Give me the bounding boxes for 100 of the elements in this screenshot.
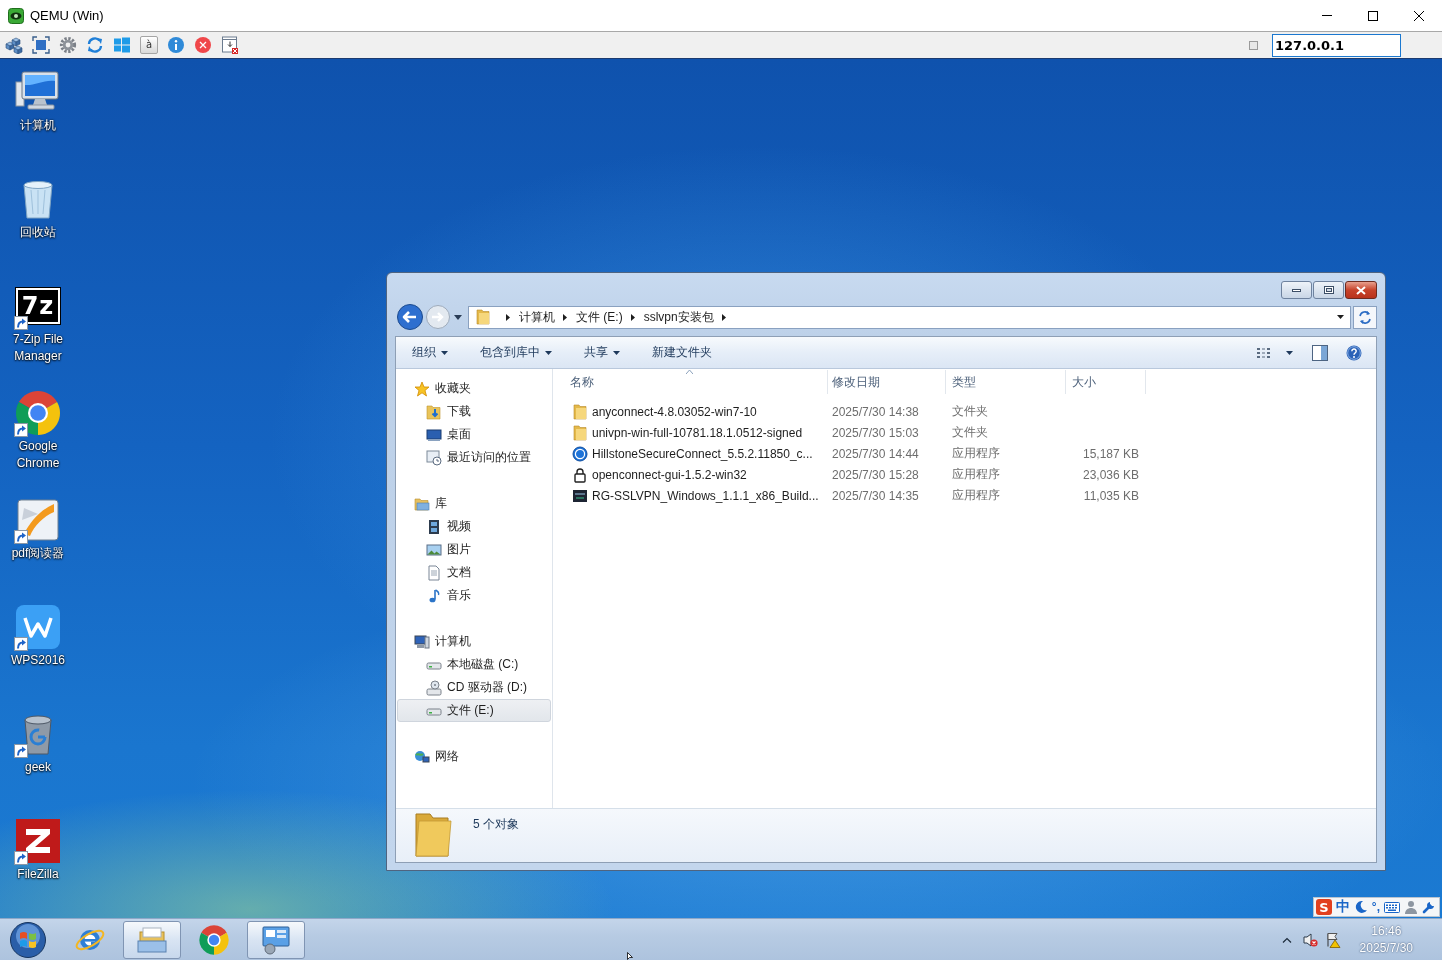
- folder-icon: [475, 309, 491, 325]
- address-bar[interactable]: 计算机 文件 (E:) sslvpn安装包: [468, 305, 1351, 329]
- start-button[interactable]: [9, 920, 47, 959]
- breadcrumb-arrow-icon[interactable]: [506, 313, 510, 321]
- info-icon[interactable]: [167, 36, 185, 54]
- desktop-icon-label[interactable]: 7-Zip File Manager: [2, 331, 74, 365]
- view-options-icon[interactable]: [1257, 346, 1273, 359]
- modified-date: 2025/7/30 14:44: [832, 446, 919, 461]
- wrench-icon[interactable]: [1422, 900, 1436, 914]
- file-type: 应用程序: [952, 445, 1000, 462]
- breadcrumb-item[interactable]: 计算机: [519, 308, 555, 326]
- column-header[interactable]: 大小: [1066, 370, 1146, 394]
- nav-item[interactable]: CD 驱动器 (D:): [397, 676, 551, 699]
- fullscreen-icon[interactable]: [32, 36, 50, 54]
- padlock-icon: [572, 466, 588, 483]
- restore-icon: [1323, 286, 1334, 294]
- caret-icon[interactable]: [454, 314, 462, 320]
- file-size: 23,036 KB: [1082, 467, 1139, 482]
- nav-item[interactable]: 音乐: [397, 584, 551, 607]
- nav-item[interactable]: 本地磁盘 (C:): [397, 653, 551, 676]
- column-header[interactable]: 名称: [553, 370, 828, 394]
- nav-item[interactable]: 文件 (E:): [397, 699, 551, 722]
- keyboard-icon[interactable]: [1384, 901, 1400, 913]
- address-field[interactable]: 127.0.0.1: [1272, 33, 1401, 57]
- file-size: 11,035 KB: [1083, 488, 1139, 503]
- caret-icon[interactable]: [1286, 350, 1293, 355]
- moon-icon[interactable]: [1353, 900, 1368, 914]
- round-browser-icon[interactable]: [14, 389, 62, 437]
- cd-drive-icon: [426, 679, 442, 696]
- breadcrumb-item[interactable]: 文件 (E:): [576, 308, 623, 326]
- person-icon[interactable]: [1404, 900, 1418, 914]
- desktop-icon-label[interactable]: 回收站: [2, 224, 74, 241]
- command-button[interactable]: 共享: [577, 340, 627, 365]
- file-type: 应用程序: [952, 487, 1000, 504]
- app-logo[interactable]: 7z: [16, 288, 60, 324]
- window-download-icon[interactable]: [221, 36, 239, 54]
- breadcrumb-arrow-icon[interactable]: [630, 313, 635, 321]
- taskbar-button[interactable]: [123, 920, 181, 959]
- file-name[interactable]: HillstoneSecureConnect_5.5.2.11850_c...: [592, 446, 813, 461]
- nav-item[interactable]: 网络: [397, 745, 551, 768]
- desktop-icon: [426, 426, 442, 443]
- cubes-icon[interactable]: [5, 36, 23, 54]
- tiles-icon[interactable]: [113, 36, 131, 54]
- close-button[interactable]: [1345, 281, 1377, 299]
- speaker-icon[interactable]: [1301, 931, 1318, 948]
- refresh-icon[interactable]: [86, 36, 104, 54]
- nav-item[interactable]: 文档: [397, 561, 551, 584]
- nav-item[interactable]: 视频: [397, 515, 551, 538]
- desktop-icon-label[interactable]: FileZilla: [2, 866, 74, 883]
- input-mode-button[interactable]: 中: [1335, 898, 1350, 916]
- warning-flag-icon[interactable]: [1324, 931, 1341, 948]
- caret-icon[interactable]: [1337, 315, 1344, 319]
- modified-date: 2025/7/30 15:28: [832, 467, 919, 482]
- recent-places-icon: [426, 449, 442, 466]
- nav-item[interactable]: 图片: [397, 538, 551, 561]
- minimize-button[interactable]: [1281, 281, 1312, 299]
- command-button[interactable]: 包含到库中: [473, 340, 559, 365]
- nav-item[interactable]: 下载: [397, 400, 551, 423]
- nav-item[interactable]: 库: [397, 492, 551, 515]
- desktop-icon-label[interactable]: geek: [2, 759, 74, 776]
- desktop-icon-label[interactable]: pdf阅读器: [2, 545, 74, 562]
- nav-item[interactable]: 计算机: [397, 630, 551, 653]
- key-button[interactable]: à: [140, 36, 158, 54]
- minimize-icon: [1322, 15, 1332, 16]
- stop-icon[interactable]: [194, 36, 212, 54]
- desktop-icon-label[interactable]: Google Chrome: [2, 438, 74, 472]
- w-logo-icon[interactable]: [14, 603, 62, 651]
- file-name[interactable]: RG-SSLVPN_Windows_1.1.1_x86_Build...: [592, 488, 819, 503]
- back-button[interactable]: [396, 303, 424, 331]
- column-header[interactable]: 类型: [946, 370, 1066, 394]
- nav-item[interactable]: 收藏夹: [397, 377, 551, 400]
- breadcrumb-arrow-icon[interactable]: [721, 313, 726, 321]
- z-logo-icon[interactable]: [14, 817, 62, 865]
- breadcrumb-item[interactable]: sslvpn安装包: [643, 308, 714, 326]
- taskbar-button[interactable]: [247, 920, 305, 959]
- nav-item[interactable]: 桌面: [397, 423, 551, 446]
- pdf-reader-icon[interactable]: [14, 496, 62, 544]
- file-name[interactable]: openconnect-gui-1.5.2-win32: [592, 467, 747, 482]
- command-button[interactable]: 组织: [405, 340, 455, 365]
- command-button[interactable]: 新建文件夹: [645, 340, 719, 365]
- restore-button[interactable]: [1313, 281, 1344, 299]
- ime-logo[interactable]: S: [1315, 899, 1332, 915]
- network-icon: [414, 748, 430, 765]
- folder-icon: [412, 812, 452, 858]
- picture-icon: [426, 541, 442, 558]
- preview-pane-icon[interactable]: [1312, 344, 1328, 361]
- minimize-icon: [1292, 288, 1301, 292]
- checkbox[interactable]: [1249, 40, 1258, 50]
- file-name[interactable]: anyconnect-4.8.03052-win7-10: [592, 404, 757, 419]
- punctuation-button[interactable]: °,: [1371, 900, 1380, 914]
- column-header[interactable]: 修改日期: [828, 370, 946, 394]
- nav-item[interactable]: 最近访问的位置: [397, 446, 551, 469]
- refresh-button[interactable]: [1353, 305, 1377, 329]
- desktop-icon-label[interactable]: 计算机: [2, 117, 74, 134]
- desktop-icon-label[interactable]: WPS2016: [2, 652, 74, 669]
- breadcrumb-arrow-icon[interactable]: [563, 313, 567, 321]
- document-icon: [426, 564, 442, 581]
- file-name[interactable]: univpn-win-full-10781.18.1.0512-signed: [592, 425, 803, 440]
- help-icon[interactable]: [1346, 344, 1362, 361]
- settings-icon[interactable]: [59, 36, 77, 54]
